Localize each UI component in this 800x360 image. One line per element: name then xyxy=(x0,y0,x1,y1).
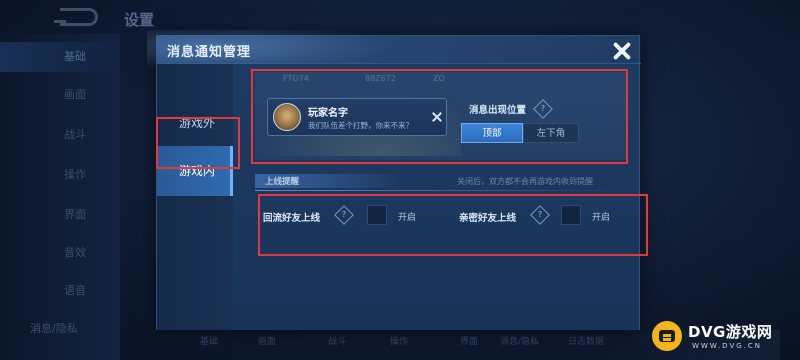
position-option-top[interactable]: 顶部 xyxy=(461,123,523,143)
background-topbar: 设置 xyxy=(0,0,800,34)
close-friend-online-state: 开启 xyxy=(592,213,611,223)
modal-title: 消息通知管理 xyxy=(167,45,252,60)
hud-text: FTO74 xyxy=(283,74,309,83)
watermark-name: DVG游戏网 xyxy=(688,323,773,341)
watermark: DVG游戏网 WWW.DVG.CN xyxy=(648,315,796,357)
notification-preview-area: FTO74 88Z672 ZO 玩家名字 我们队伍差个打野，你来不来？ 消息出现… xyxy=(255,72,627,160)
returning-friend-online-label: 回流好友上线 xyxy=(263,213,321,224)
settings-title: 设置 xyxy=(124,11,155,29)
help-icon[interactable]: ? xyxy=(533,99,553,119)
section-note: 关闭后，双方都不会再游戏内收到提醒 xyxy=(457,177,593,186)
notification-player-name: 玩家名字 xyxy=(308,108,348,119)
sidebar-item-combat[interactable]: 战斗 xyxy=(0,120,120,150)
notification-settings-modal: 消息通知管理 游戏外 游戏内 FTO74 88Z672 ZO 玩家名字 我们队伍… xyxy=(147,30,641,330)
online-reminder-section-header: 上线提醒 关闭后，双方都不会再游戏内收到提醒 xyxy=(255,174,627,192)
tab-outside-game[interactable]: 游戏外 xyxy=(157,98,233,148)
position-option-bottom-left[interactable]: 左下角 xyxy=(523,123,579,143)
gamepad-logo-icon xyxy=(652,321,682,351)
notification-close-icon[interactable] xyxy=(431,111,443,123)
avatar xyxy=(273,103,301,131)
sidebar-item-graphics[interactable]: 画面 xyxy=(0,80,120,110)
close-icon[interactable] xyxy=(611,40,633,62)
sidebar-item-privacy[interactable]: 消息/隐私 xyxy=(0,314,120,344)
help-symbol: ? xyxy=(537,210,543,219)
help-symbol: ? xyxy=(341,210,347,219)
close-friend-online-label: 亲密好友上线 xyxy=(459,213,517,224)
modal-content: FTO74 88Z672 ZO 玩家名字 我们队伍差个打野，你来不来？ 消息出现… xyxy=(233,64,639,330)
sidebar-item-controls[interactable]: 操作 xyxy=(0,160,120,190)
returning-friend-online-state: 开启 xyxy=(398,213,417,223)
bottom-item[interactable]: 画面 xyxy=(258,334,276,347)
modal-tab-list: 游戏外 游戏内 xyxy=(157,64,233,330)
sidebar-item-interface[interactable]: 界面 xyxy=(0,200,120,230)
watermark-url: WWW.DVG.CN xyxy=(692,342,763,350)
tab-in-game[interactable]: 游戏内 xyxy=(157,146,233,196)
bottom-item[interactable]: 消息/隐私 xyxy=(500,334,539,347)
hud-text: ZO xyxy=(433,74,445,83)
returning-friend-online-checkbox[interactable] xyxy=(367,205,387,225)
preview-game-hud: FTO74 88Z672 ZO xyxy=(255,72,455,88)
bottom-item[interactable]: 基础 xyxy=(200,334,218,347)
background-bottom-bar: 基础 画面 战斗 操作 界面 消息/隐私 日志数据 xyxy=(160,330,640,354)
bottom-item[interactable]: 操作 xyxy=(390,334,408,347)
sidebar-item-voice[interactable]: 语音 xyxy=(0,276,120,306)
help-icon[interactable]: ? xyxy=(530,205,550,225)
sidebar-item-basic[interactable]: 基础 xyxy=(0,42,120,72)
modal-header: 消息通知管理 xyxy=(147,30,641,70)
help-symbol: ? xyxy=(540,104,546,113)
notification-message: 我们队伍差个打野，你来不来？ xyxy=(308,121,413,130)
bottom-item[interactable]: 界面 xyxy=(460,334,478,347)
section-title: 上线提醒 xyxy=(265,177,300,187)
sidebar-item-sound[interactable]: 音效 xyxy=(0,238,120,268)
section-divider xyxy=(255,190,627,191)
help-icon[interactable]: ? xyxy=(334,205,354,225)
close-friend-online-checkbox[interactable] xyxy=(561,205,581,225)
bottom-item[interactable]: 战斗 xyxy=(328,334,346,347)
back-arrow-icon[interactable] xyxy=(54,8,98,26)
background-sidebar: 基础 画面 战斗 操作 界面 音效 语音 消息/隐私 xyxy=(0,34,120,360)
position-setting-label: 消息出现位置 xyxy=(469,105,527,116)
notification-card: 玩家名字 我们队伍差个打野，你来不来？ xyxy=(267,98,447,136)
hud-text: 88Z672 xyxy=(365,74,396,83)
